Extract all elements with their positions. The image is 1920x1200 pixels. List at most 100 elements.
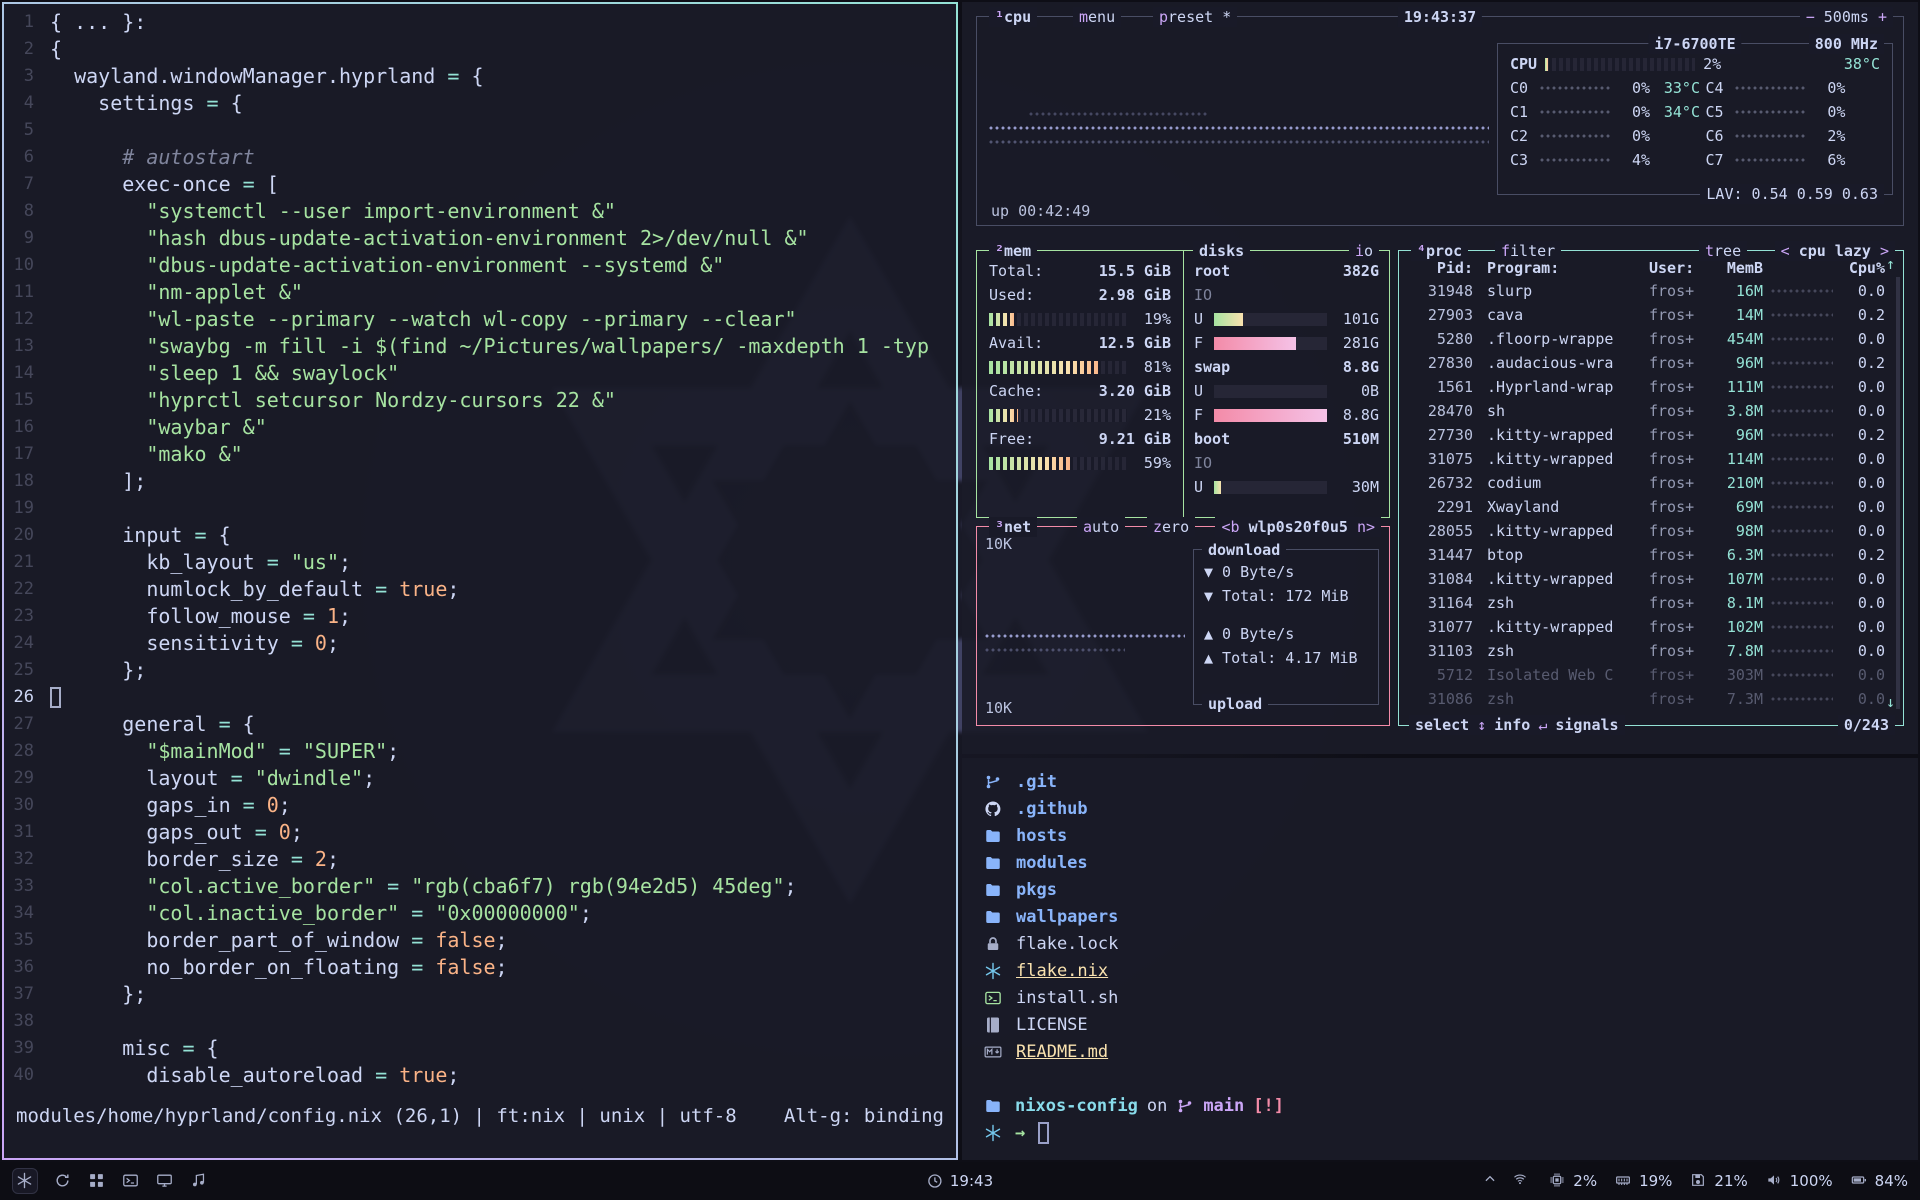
code-line[interactable]: 18 ]; (4, 467, 956, 494)
process-row[interactable]: 27830.audacious-wrafros+96M0.2 (1399, 351, 1903, 375)
terminal-window[interactable]: .git.githubhostsmodulespkgswallpapersfla… (962, 758, 1918, 1160)
code-line[interactable]: 12 "wl-paste --primary --watch wl-copy -… (4, 305, 956, 332)
code-line[interactable]: 19 (4, 494, 956, 521)
apps-button[interactable] (88, 1172, 106, 1190)
process-row[interactable]: 28055.kitty-wrappedfros+98M0.0 (1399, 519, 1903, 543)
code-line[interactable]: 2{ (4, 35, 956, 62)
code-line[interactable]: 9 "hash dbus-update-activation-environme… (4, 224, 956, 251)
volume-module[interactable]: 100% (1766, 1172, 1833, 1190)
clock-module[interactable]: 19:43 (927, 1172, 993, 1190)
header-cpu[interactable]: Cpu% (1841, 259, 1885, 277)
tray-expand-tray-icon[interactable] (1483, 1172, 1501, 1190)
code-area[interactable]: 1{ ... }:2{3 wayland.windowManager.hyprl… (4, 4, 956, 1088)
code-line[interactable]: 23 follow_mouse = 1; (4, 602, 956, 629)
menu-button[interactable]: menu (1073, 7, 1121, 27)
code-line[interactable]: 20 input = { (4, 521, 956, 548)
code-line[interactable]: 11 "nm-applet &" (4, 278, 956, 305)
code-line[interactable]: 38 (4, 1007, 956, 1034)
code-line[interactable]: 5 (4, 116, 956, 143)
net-zero-toggle[interactable]: zero (1147, 517, 1195, 537)
tree-toggle[interactable]: tree (1699, 241, 1747, 261)
cpu-box-tab[interactable]: ¹cpu (989, 7, 1037, 27)
net-box-tab[interactable]: ³net (989, 517, 1037, 537)
process-row[interactable]: 27730.kitty-wrappedfros+96M0.2 (1399, 423, 1903, 447)
code-line[interactable]: 13 "swaybg -m fill -i $(find ~/Pictures/… (4, 332, 956, 359)
code-line[interactable]: 10 "dbus-update-activation-environment -… (4, 251, 956, 278)
scroll-up-icon[interactable]: ↑ (1886, 255, 1895, 273)
process-row[interactable]: 28470shfros+3.8M0.0 (1399, 399, 1903, 423)
code-line[interactable]: 40 disable_autoreload = true; (4, 1061, 956, 1088)
process-row[interactable]: 2291Xwaylandfros+69M0.0 (1399, 495, 1903, 519)
terminal-button[interactable] (122, 1172, 140, 1190)
signals-action[interactable]: signals (1555, 715, 1618, 735)
process-row[interactable]: 26732codiumfros+210M0.0 (1399, 471, 1903, 495)
process-row[interactable]: 31084.kitty-wrappedfros+107M0.0 (1399, 567, 1903, 591)
music-button[interactable] (190, 1172, 208, 1190)
code-line[interactable]: 33 "col.active_border" = "rgb(cba6f7) rg… (4, 872, 956, 899)
memory-module[interactable]: 19% (1615, 1172, 1672, 1190)
process-row[interactable]: 31075.kitty-wrappedfros+114M0.0 (1399, 447, 1903, 471)
cpu-module[interactable]: 2% (1549, 1172, 1597, 1190)
process-row[interactable]: 31447btopfros+6.3M0.2 (1399, 543, 1903, 567)
filter-button[interactable]: filter (1495, 241, 1561, 261)
display-button[interactable] (156, 1172, 174, 1190)
code-line[interactable]: 24 sensitivity = 0; (4, 629, 956, 656)
sort-selector[interactable]: < cpu lazy > (1775, 241, 1895, 261)
code-line[interactable]: 36 no_border_on_floating = false; (4, 953, 956, 980)
code-line[interactable]: 14 "sleep 1 && swaylock" (4, 359, 956, 386)
code-line[interactable]: 32 border_size = 2; (4, 845, 956, 872)
net-auto-toggle[interactable]: auto (1077, 517, 1125, 537)
code-line[interactable]: 37 }; (4, 980, 956, 1007)
header-memb[interactable]: MemB (1709, 259, 1763, 277)
code-line[interactable]: 4 settings = { (4, 89, 956, 116)
code-line[interactable]: 16 "waybar &" (4, 413, 956, 440)
proc-box-tab[interactable]: ⁴proc (1411, 241, 1468, 261)
code-line[interactable]: 22 numlock_by_default = true; (4, 575, 956, 602)
process-row[interactable]: 31164zshfros+8.1M0.0 (1399, 591, 1903, 615)
network-tray-icon[interactable] (1513, 1172, 1531, 1190)
update-interval-control[interactable]: − 500ms + (1800, 7, 1893, 27)
code-line[interactable]: 8 "systemctl --user import-environment &… (4, 197, 956, 224)
process-row[interactable]: 31086zshfros+7.3M0.0 (1399, 687, 1903, 711)
code-line[interactable]: 30 gaps_in = 0; (4, 791, 956, 818)
process-row[interactable]: 31077.kitty-wrappedfros+102M0.0 (1399, 615, 1903, 639)
code-line[interactable]: 17 "mako &" (4, 440, 956, 467)
process-row[interactable]: 31103zshfros+7.8M0.0 (1399, 639, 1903, 663)
battery-module[interactable]: 84% (1851, 1172, 1908, 1190)
code-line[interactable]: 34 "col.inactive_border" = "0x00000000"; (4, 899, 956, 926)
code-line[interactable]: 3 wayland.windowManager.hyprland = { (4, 62, 956, 89)
code-line[interactable]: 35 border_part_of_window = false; (4, 926, 956, 953)
editor-window[interactable]: 1{ ... }:2{3 wayland.windowManager.hyprl… (2, 2, 958, 1160)
process-row[interactable]: 1561.Hyprland-wrapfros+111M0.0 (1399, 375, 1903, 399)
code-line[interactable]: 21 kb_layout = "us"; (4, 548, 956, 575)
code-line[interactable]: 27 general = { (4, 710, 956, 737)
disk-module[interactable]: 21% (1690, 1172, 1747, 1190)
proc-scrollbar[interactable] (1896, 277, 1900, 709)
code-line[interactable]: 6 # autostart (4, 143, 956, 170)
btop-window[interactable]: ¹cpu menu preset * 19:43:37 − 500ms + i7… (962, 2, 1918, 754)
process-row[interactable]: 5712Isolated Web Cfros+303M0.0 (1399, 663, 1903, 687)
header-user[interactable]: User: (1649, 259, 1709, 277)
header-program[interactable]: Program: (1487, 259, 1649, 277)
power-button[interactable] (54, 1172, 72, 1190)
code-line[interactable]: 29 layout = "dwindle"; (4, 764, 956, 791)
code-line[interactable]: 1{ ... }: (4, 8, 956, 35)
preset-button[interactable]: preset * (1153, 7, 1237, 27)
process-row[interactable]: 27903cavafros+14M0.2 (1399, 303, 1903, 327)
code-line[interactable]: 15 "hyprctl setcursor Nordzy-cursors 22 … (4, 386, 956, 413)
code-line[interactable]: 26 (4, 683, 956, 710)
code-line[interactable]: 39 misc = { (4, 1034, 956, 1061)
header-pid[interactable]: Pid: (1409, 259, 1473, 277)
process-row[interactable]: 5280.floorp-wrappefros+454M0.0 (1399, 327, 1903, 351)
select-action[interactable]: select (1415, 715, 1469, 735)
net-interface-selector[interactable]: <b wlp0s20f0u5 n> (1215, 517, 1381, 537)
code-line[interactable]: 28 "$mainMod" = "SUPER"; (4, 737, 956, 764)
code-line[interactable]: 7 exec-once = [ (4, 170, 956, 197)
process-row[interactable]: 31948slurpfros+16M0.0 (1399, 279, 1903, 303)
info-action[interactable]: info (1494, 715, 1530, 735)
code-line[interactable]: 31 gaps_out = 0; (4, 818, 956, 845)
nix-launcher-button[interactable] (12, 1168, 38, 1194)
code-line[interactable]: 25 }; (4, 656, 956, 683)
prompt-input-line[interactable]: → (984, 1119, 1896, 1146)
scroll-down-icon[interactable]: ↓ (1886, 693, 1895, 711)
